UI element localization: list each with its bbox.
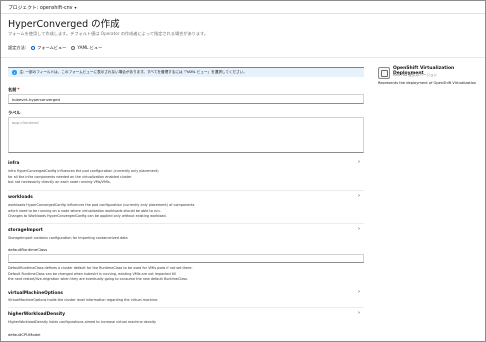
radio-selected-icon[interactable] xyxy=(31,46,36,50)
chevron-right-icon[interactable]: › xyxy=(358,159,360,165)
form-view-radio[interactable]: フォームビュー xyxy=(31,45,66,51)
chevron-right-icon[interactable]: › xyxy=(358,226,360,232)
section-workloads-desc: workloads HyperConvergedConfig influence… xyxy=(8,203,194,220)
chevron-right-icon[interactable]: › xyxy=(358,193,360,199)
section-vmoptions-desc: VirtualMachineOptions holds the cluster … xyxy=(8,298,158,304)
configure-via-label: 設定方法: xyxy=(8,45,27,50)
section-density-desc: HigherWorkloadDensity holds configuratio… xyxy=(8,320,156,326)
caret-down-icon[interactable]: ▾ xyxy=(75,5,77,10)
desc-line: StorageImport contains configuration for… xyxy=(8,236,128,240)
default-runtime-class-desc: DefaultRuntimeClass defines a cluster de… xyxy=(8,266,193,283)
yaml-view-label[interactable]: YAML ビュー xyxy=(77,45,102,51)
section-vmoptions-title[interactable]: virtualMachineOptions xyxy=(8,291,63,296)
section-divider xyxy=(8,307,364,308)
section-density-title[interactable]: higherWorkloadDensity xyxy=(8,312,65,317)
labels-label: ラベル xyxy=(8,110,21,115)
project-bar[interactable]: プロジェクト: openshift-cnv ▾ xyxy=(1,1,485,14)
section-storageimport-desc: StorageImport contains configuration for… xyxy=(8,236,128,242)
labels-input[interactable]: app=frontend xyxy=(8,117,364,153)
chevron-right-icon[interactable]: › xyxy=(358,289,360,295)
project-selector-label[interactable]: プロジェクト: openshift-cnv xyxy=(8,4,73,11)
page-title: HyperConverged の作成 xyxy=(8,19,120,30)
desc-line: VirtualMachineOptions holds the cluster … xyxy=(8,298,159,302)
default-runtime-class-label: defaultRuntimeClass xyxy=(8,247,48,252)
page-subtitle: フォームを使用して作成します。デフォルト値は Operator の作成者によって… xyxy=(8,31,209,36)
section-divider xyxy=(8,223,364,224)
operator-description: Represents the deployment of OpenShift V… xyxy=(378,81,477,85)
desc-line: infra HyperConvergedConfig influences th… xyxy=(8,169,159,173)
info-icon: i xyxy=(12,70,17,75)
info-alert: i 注: 一部のフィールドは、このフォームビューに表示されない場合があります。す… xyxy=(8,67,364,77)
name-label-text: 名前 xyxy=(8,87,17,92)
chevron-right-icon[interactable]: › xyxy=(358,310,360,316)
yaml-view-radio[interactable]: YAML ビュー xyxy=(71,45,102,51)
desc-line: HigherWorkloadDensity holds configuratio… xyxy=(8,320,157,324)
name-input-value[interactable]: kubevirt-hyperconverged xyxy=(12,97,60,102)
section-storageimport-title[interactable]: storageImport xyxy=(8,228,43,233)
form-view-label[interactable]: フォームビュー xyxy=(37,45,66,51)
section-divider xyxy=(8,190,364,191)
operator-icon xyxy=(378,67,390,79)
name-label: 名前* xyxy=(8,87,20,93)
required-marker: * xyxy=(17,87,20,92)
section-workloads-title[interactable]: workloads xyxy=(8,195,33,200)
info-alert-text: 注: 一部のフィールドは、このフォームビューに表示されない場合があります。すべて… xyxy=(19,70,247,74)
section-infra-desc: infra HyperConvergedConfig influences th… xyxy=(8,169,159,186)
operator-provider: Red Hat 提供のバージョン xyxy=(393,73,438,77)
app-window: プロジェクト: openshift-cnv ▾ HyperConverged の… xyxy=(0,0,486,342)
default-runtime-class-input[interactable] xyxy=(8,254,364,263)
section-infra-title[interactable]: infra xyxy=(8,161,19,166)
desc-line: but not necessarily directly on each nod… xyxy=(8,180,111,185)
radio-unselected-icon[interactable] xyxy=(71,46,76,50)
desc-line: DefaultRuntimeClass defines a cluster de… xyxy=(8,266,193,270)
desc-line: workloads HyperConvergedConfig influence… xyxy=(8,203,195,207)
name-input[interactable]: kubevirt-hyperconverged xyxy=(8,94,364,104)
desc-line: Changes to Workloads HyperConvergedConfi… xyxy=(8,214,167,219)
default-cpu-model-label: defaultCPUModel xyxy=(8,332,41,337)
labels-input-placeholder[interactable]: app=frontend xyxy=(12,120,39,125)
desc-line: the next restart/live-migration when the… xyxy=(8,277,189,282)
configure-via: 設定方法: フォームビュー YAML ビュー xyxy=(8,45,102,51)
header-divider xyxy=(1,57,485,58)
